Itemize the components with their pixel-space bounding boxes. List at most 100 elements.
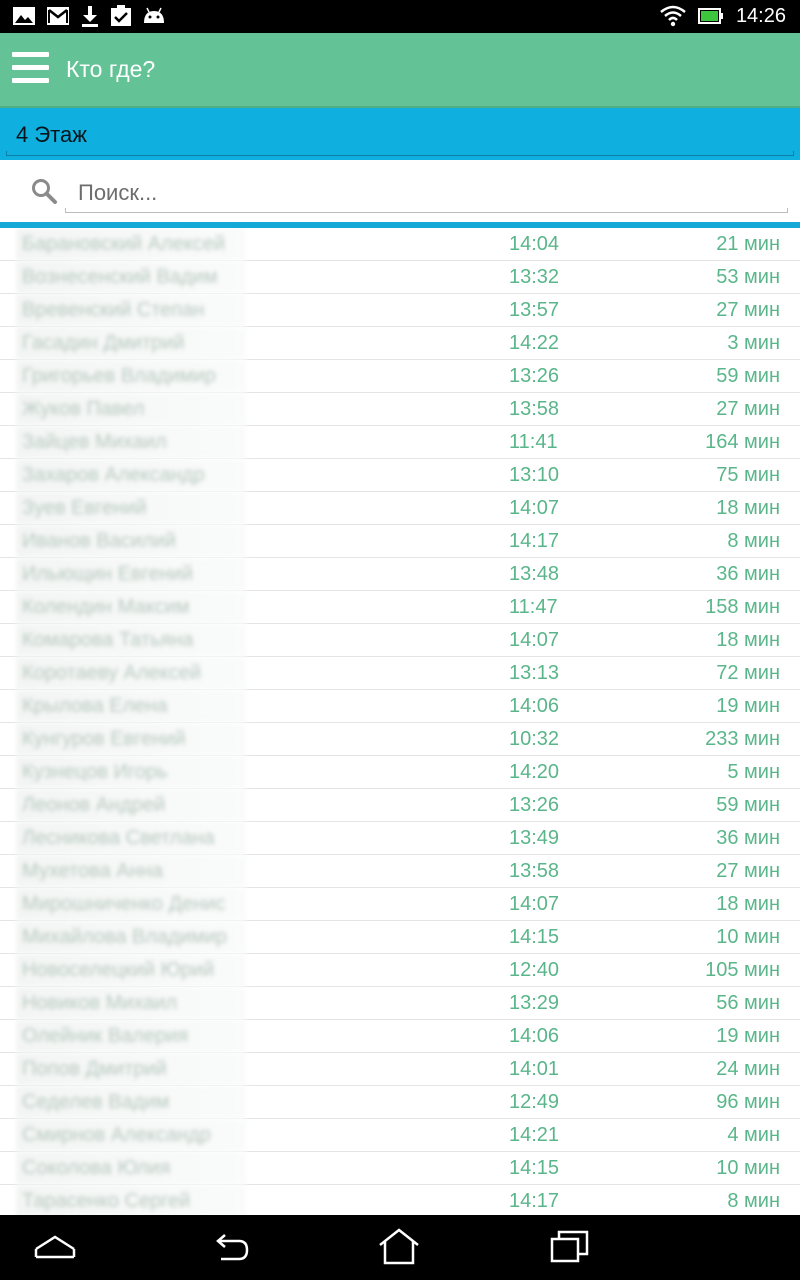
person-name: Михайлова Владимир <box>16 921 246 953</box>
arrival-time: 14:17 <box>509 1190 560 1212</box>
person-name: Лесникова Светлана <box>16 822 246 854</box>
list-item[interactable]: Коротаеву Алексей 13:13 72 мин <box>0 657 800 690</box>
list-item[interactable]: Кузнецов Игорь 14:20 5 мин <box>0 756 800 789</box>
duration: 53 мин <box>716 266 780 288</box>
person-name: Вревенский Степан <box>16 294 246 326</box>
person-name: Кузнецов Игорь <box>16 756 246 788</box>
arrival-time: 14:21 <box>509 1124 560 1146</box>
menu-button[interactable] <box>12 52 50 86</box>
duration: 59 мин <box>716 794 780 816</box>
list-item[interactable]: Ильющин Евгений 13:48 36 мин <box>0 558 800 591</box>
search-row <box>0 160 800 222</box>
duration: 8 мин <box>727 530 780 552</box>
search-icon <box>32 179 57 204</box>
arrival-time: 12:40 <box>509 959 560 981</box>
list-item[interactable]: Гасадин Дмитрий 14:22 3 мин <box>0 327 800 360</box>
list-item[interactable]: Михайлова Владимир 14:15 10 мин <box>0 921 800 954</box>
arrival-time: 13:58 <box>509 860 560 882</box>
list-item[interactable]: Зайцев Михаил 11:41 164 мин <box>0 426 800 459</box>
person-name: Гасадин Дмитрий <box>16 327 246 359</box>
list-item[interactable]: Комарова Татьяна 14:07 18 мин <box>0 624 800 657</box>
list-item[interactable]: Вознесенский Вадим 13:32 53 мин <box>0 261 800 294</box>
arrival-time: 14:07 <box>509 893 560 915</box>
person-name: Мирошниченко Денис <box>16 888 246 920</box>
list-item[interactable]: Кунгуров Евгений 10:32 233 мин <box>0 723 800 756</box>
collapse-icon[interactable] <box>32 1227 78 1267</box>
person-name: Седелев Вадим <box>16 1086 246 1118</box>
list-item[interactable]: Тарасенко Сергей 14:17 8 мин <box>0 1185 800 1215</box>
list-item[interactable]: Новиков Михаил 13:29 56 мин <box>0 987 800 1020</box>
duration: 105 мин <box>705 959 780 981</box>
duration: 75 мин <box>716 464 780 486</box>
people-list[interactable]: Барановский Алексей 14:04 21 мин Вознесенск… <box>0 228 800 1215</box>
person-name: Коротаеву Алексей <box>16 657 246 689</box>
duration: 72 мин <box>716 662 780 684</box>
duration: 164 мин <box>705 431 780 453</box>
arrival-time: 13:10 <box>509 464 560 486</box>
person-name: Новоселецкий Юрий <box>16 954 246 986</box>
arrival-time: 14:15 <box>509 1157 560 1179</box>
list-item[interactable]: Зуев Евгений 14:07 18 мин <box>0 492 800 525</box>
search-input[interactable] <box>66 173 788 213</box>
list-item[interactable]: Седелев Вадим 12:49 96 мин <box>0 1086 800 1119</box>
duration: 59 мин <box>716 365 780 387</box>
duration: 96 мин <box>716 1091 780 1113</box>
duration: 233 мин <box>705 728 780 750</box>
arrival-time: 10:32 <box>509 728 560 750</box>
list-item[interactable]: Жуков Павел 13:58 27 мин <box>0 393 800 426</box>
duration: 10 мин <box>716 1157 780 1179</box>
image-icon <box>13 7 35 25</box>
duration: 36 мин <box>716 563 780 585</box>
person-name: Жуков Павел <box>16 393 246 425</box>
person-name: Иванов Василий <box>16 525 246 557</box>
arrival-time: 13:13 <box>509 662 560 684</box>
list-item[interactable]: Смирнов Александр 14:21 4 мин <box>0 1119 800 1152</box>
recents-icon[interactable] <box>547 1227 593 1267</box>
list-item[interactable]: Мирошниченко Денис 14:07 18 мин <box>0 888 800 921</box>
home-icon[interactable] <box>376 1227 422 1267</box>
list-item[interactable]: Мухетова Анна 13:58 27 мин <box>0 855 800 888</box>
arrival-time: 13:58 <box>509 398 560 420</box>
arrival-time: 14:01 <box>509 1058 560 1080</box>
app-bar: Кто где? <box>0 33 800 108</box>
arrival-time: 13:26 <box>509 365 560 387</box>
list-item[interactable]: Крылова Елена 14:06 19 мин <box>0 690 800 723</box>
floor-selector[interactable]: 4 Этаж <box>0 108 800 160</box>
list-item[interactable]: Леонов Андрей 13:26 59 мин <box>0 789 800 822</box>
list-item[interactable]: Соколова Юлия 14:15 10 мин <box>0 1152 800 1185</box>
list-item[interactable]: Новоселецкий Юрий 12:40 105 мин <box>0 954 800 987</box>
download-icon <box>82 6 98 27</box>
duration: 18 мин <box>716 629 780 651</box>
list-item[interactable]: Григорьев Владимир 13:26 59 мин <box>0 360 800 393</box>
person-name: Зуев Евгений <box>16 492 246 524</box>
duration: 21 мин <box>716 233 780 255</box>
person-name: Соколова Юлия <box>16 1152 246 1184</box>
list-item[interactable]: Лесникова Светлана 13:49 36 мин <box>0 822 800 855</box>
list-item[interactable]: Попов Дмитрий 14:01 24 мин <box>0 1053 800 1086</box>
person-name: Захаров Александр <box>16 459 246 491</box>
duration: 10 мин <box>716 926 780 948</box>
list-item[interactable]: Колендин Максим 11:47 158 мин <box>0 591 800 624</box>
list-item[interactable]: Захаров Александр 13:10 75 мин <box>0 459 800 492</box>
duration: 36 мин <box>716 827 780 849</box>
person-name: Тарасенко Сергей <box>16 1185 246 1215</box>
person-name: Леонов Андрей <box>16 789 246 821</box>
person-name: Барановский Алексей <box>16 228 246 260</box>
person-name: Крылова Елена <box>16 690 246 722</box>
list-item[interactable]: Иванов Василий 14:17 8 мин <box>0 525 800 558</box>
list-item[interactable]: Вревенский Степан 13:57 27 мин <box>0 294 800 327</box>
status-time: 14:26 <box>735 5 786 27</box>
person-name: Колендин Максим <box>16 591 246 623</box>
app-title: Кто где? <box>66 56 156 82</box>
arrival-time: 11:41 <box>509 431 558 453</box>
arrival-time: 14:06 <box>509 1025 560 1047</box>
wifi-icon <box>660 5 686 27</box>
list-item[interactable]: Барановский Алексей 14:04 21 мин <box>0 228 800 261</box>
list-item[interactable]: Олейник Валерия 14:06 19 мин <box>0 1020 800 1053</box>
back-icon[interactable] <box>207 1227 253 1267</box>
arrival-time: 14:22 <box>509 332 560 354</box>
menu-icon <box>12 52 49 57</box>
person-name: Григорьев Владимир <box>16 360 246 392</box>
floor-label: 4 Этаж <box>16 122 87 147</box>
duration: 27 мин <box>716 299 780 321</box>
